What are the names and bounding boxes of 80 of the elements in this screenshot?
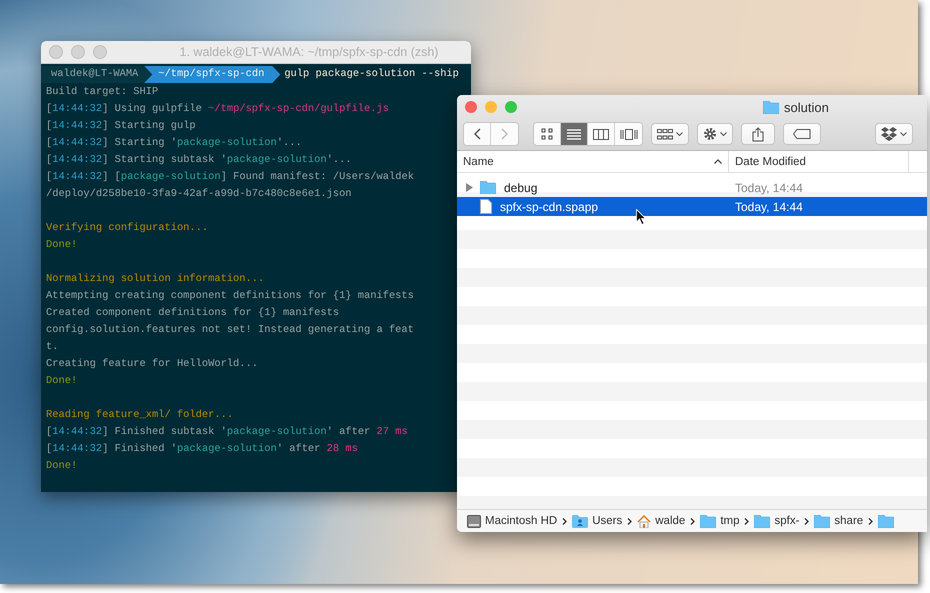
prompt-user: waldek@LT-WAMA [41,66,152,83]
users-folder-icon [572,514,588,528]
terminal-line: t. [46,340,60,355]
back-icon [474,128,480,140]
terminal-line: Reading feature_xml/ folder... [46,408,234,423]
terminal-line: [14:44:32] [package-solution] Found manifest: /Users/waldek [46,170,415,185]
prompt-path: ~/tmp/spfx-sp-cdn [144,66,280,83]
terminal-line: config.solution.features not set! Instead generating a feat [46,323,415,338]
hard-drive-icon [467,514,481,528]
terminal-line: [14:44:32] Using gulpfile ~/tmp/spfx-sp-cdn/gulpfile.js [46,102,390,117]
date-modified: Today, 14:44 [734,180,803,194]
column-view-icon [593,128,609,140]
caret-icon [720,132,727,136]
column-header[interactable]: Date Modified [729,151,909,172]
folder-icon [814,514,830,528]
terminal-line: [14:44:32] Starting gulp [46,119,197,134]
chevron-icon [690,518,696,524]
share-button[interactable] [741,123,775,145]
share-icon [752,126,764,142]
path-item[interactable]: share [814,514,864,528]
terminal-line: Build target: SHIP [46,85,160,100]
mouse-pointer-icon [636,209,646,225]
chevron-icon [627,518,632,524]
arrange-button[interactable] [651,123,689,145]
tag-icon [793,129,811,139]
folder-icon [763,100,779,114]
caret-icon [900,132,907,136]
grid-view-icon [541,128,553,140]
command-text: gulp package-solution --ship [283,67,459,82]
document-icon [480,199,492,214]
action-button[interactable] [697,123,733,145]
forward-icon [501,128,508,140]
sort-caret-icon [714,159,722,164]
date-modified: Today, 14:44 [734,200,803,214]
path-item[interactable]: tmp [700,514,740,528]
terminal-line: Creating feature for HelloWorld... [46,357,260,372]
folder-icon [480,181,496,194]
list-view-icon [567,128,581,140]
terminal-line: Done! [46,238,78,253]
path-item[interactable]: walde [637,514,686,528]
file-row[interactable]: debug Today, 14:44 [457,178,927,197]
tag-button[interactable] [783,123,821,145]
folder-icon [878,514,894,528]
terminal-line: [14:44:32] Finished 'package-solution' after 28 ms [46,442,359,457]
window-title: 1. waldek@LT-WAMA: ~/tmp/spfx-sp-cdn (zsh) [178,45,440,59]
column-header[interactable]: Name [457,151,729,172]
gear-icon [703,127,717,141]
terminal-line: /deploy/d258be10-3fa9-42af-a99d-b7c480c8e6e1.json [46,187,353,202]
terminal-line: [14:44:32] Finished subtask 'package-solution' after 27 ms [46,425,409,440]
view-mode-button[interactable] [561,123,588,145]
terminal-line: [14:44:32] Starting subtask 'package-solution'... [46,153,353,168]
dropbox-icon [881,127,897,141]
terminal-line: Done! [46,374,78,389]
disclosure-triangle-icon[interactable] [466,183,473,192]
terminal-line: Attempting creating component definitions for {1} manifests [46,289,415,304]
chevron-icon [744,518,750,524]
terminal-line: [14:44:32] Starting 'package-solution'... [46,136,303,151]
terminal-line: Created component definitions for {1} manifests [46,306,340,321]
gallery-view-icon [620,128,638,140]
folder-icon [700,514,716,528]
terminal-line: Normalizing solution information... [46,272,266,287]
chevron-icon [562,518,568,524]
file-name: spfx-sp-cdn.spapp [500,200,598,214]
home-icon [637,514,652,528]
arrange-icon [657,128,673,140]
path-item[interactable]: Macintosh HD [467,514,558,528]
folder-icon [754,514,770,528]
chevron-icon [868,518,874,524]
terminal-line: Done! [46,459,78,474]
window-title: solution [784,100,829,114]
path-item[interactable]: spfx- [754,514,800,528]
chevron-icon [804,518,810,524]
caret-icon [676,132,683,136]
file-row[interactable]: spfx-sp-cdn.spapp Today, 14:44 [457,197,927,216]
dropbox-button[interactable] [875,123,913,145]
file-name: debug [504,180,538,194]
path-item[interactable]: Users [572,514,622,528]
terminal-line: Verifying configuration... [46,221,210,236]
view-mode-button[interactable] [534,123,561,145]
back-button[interactable] [464,123,491,145]
